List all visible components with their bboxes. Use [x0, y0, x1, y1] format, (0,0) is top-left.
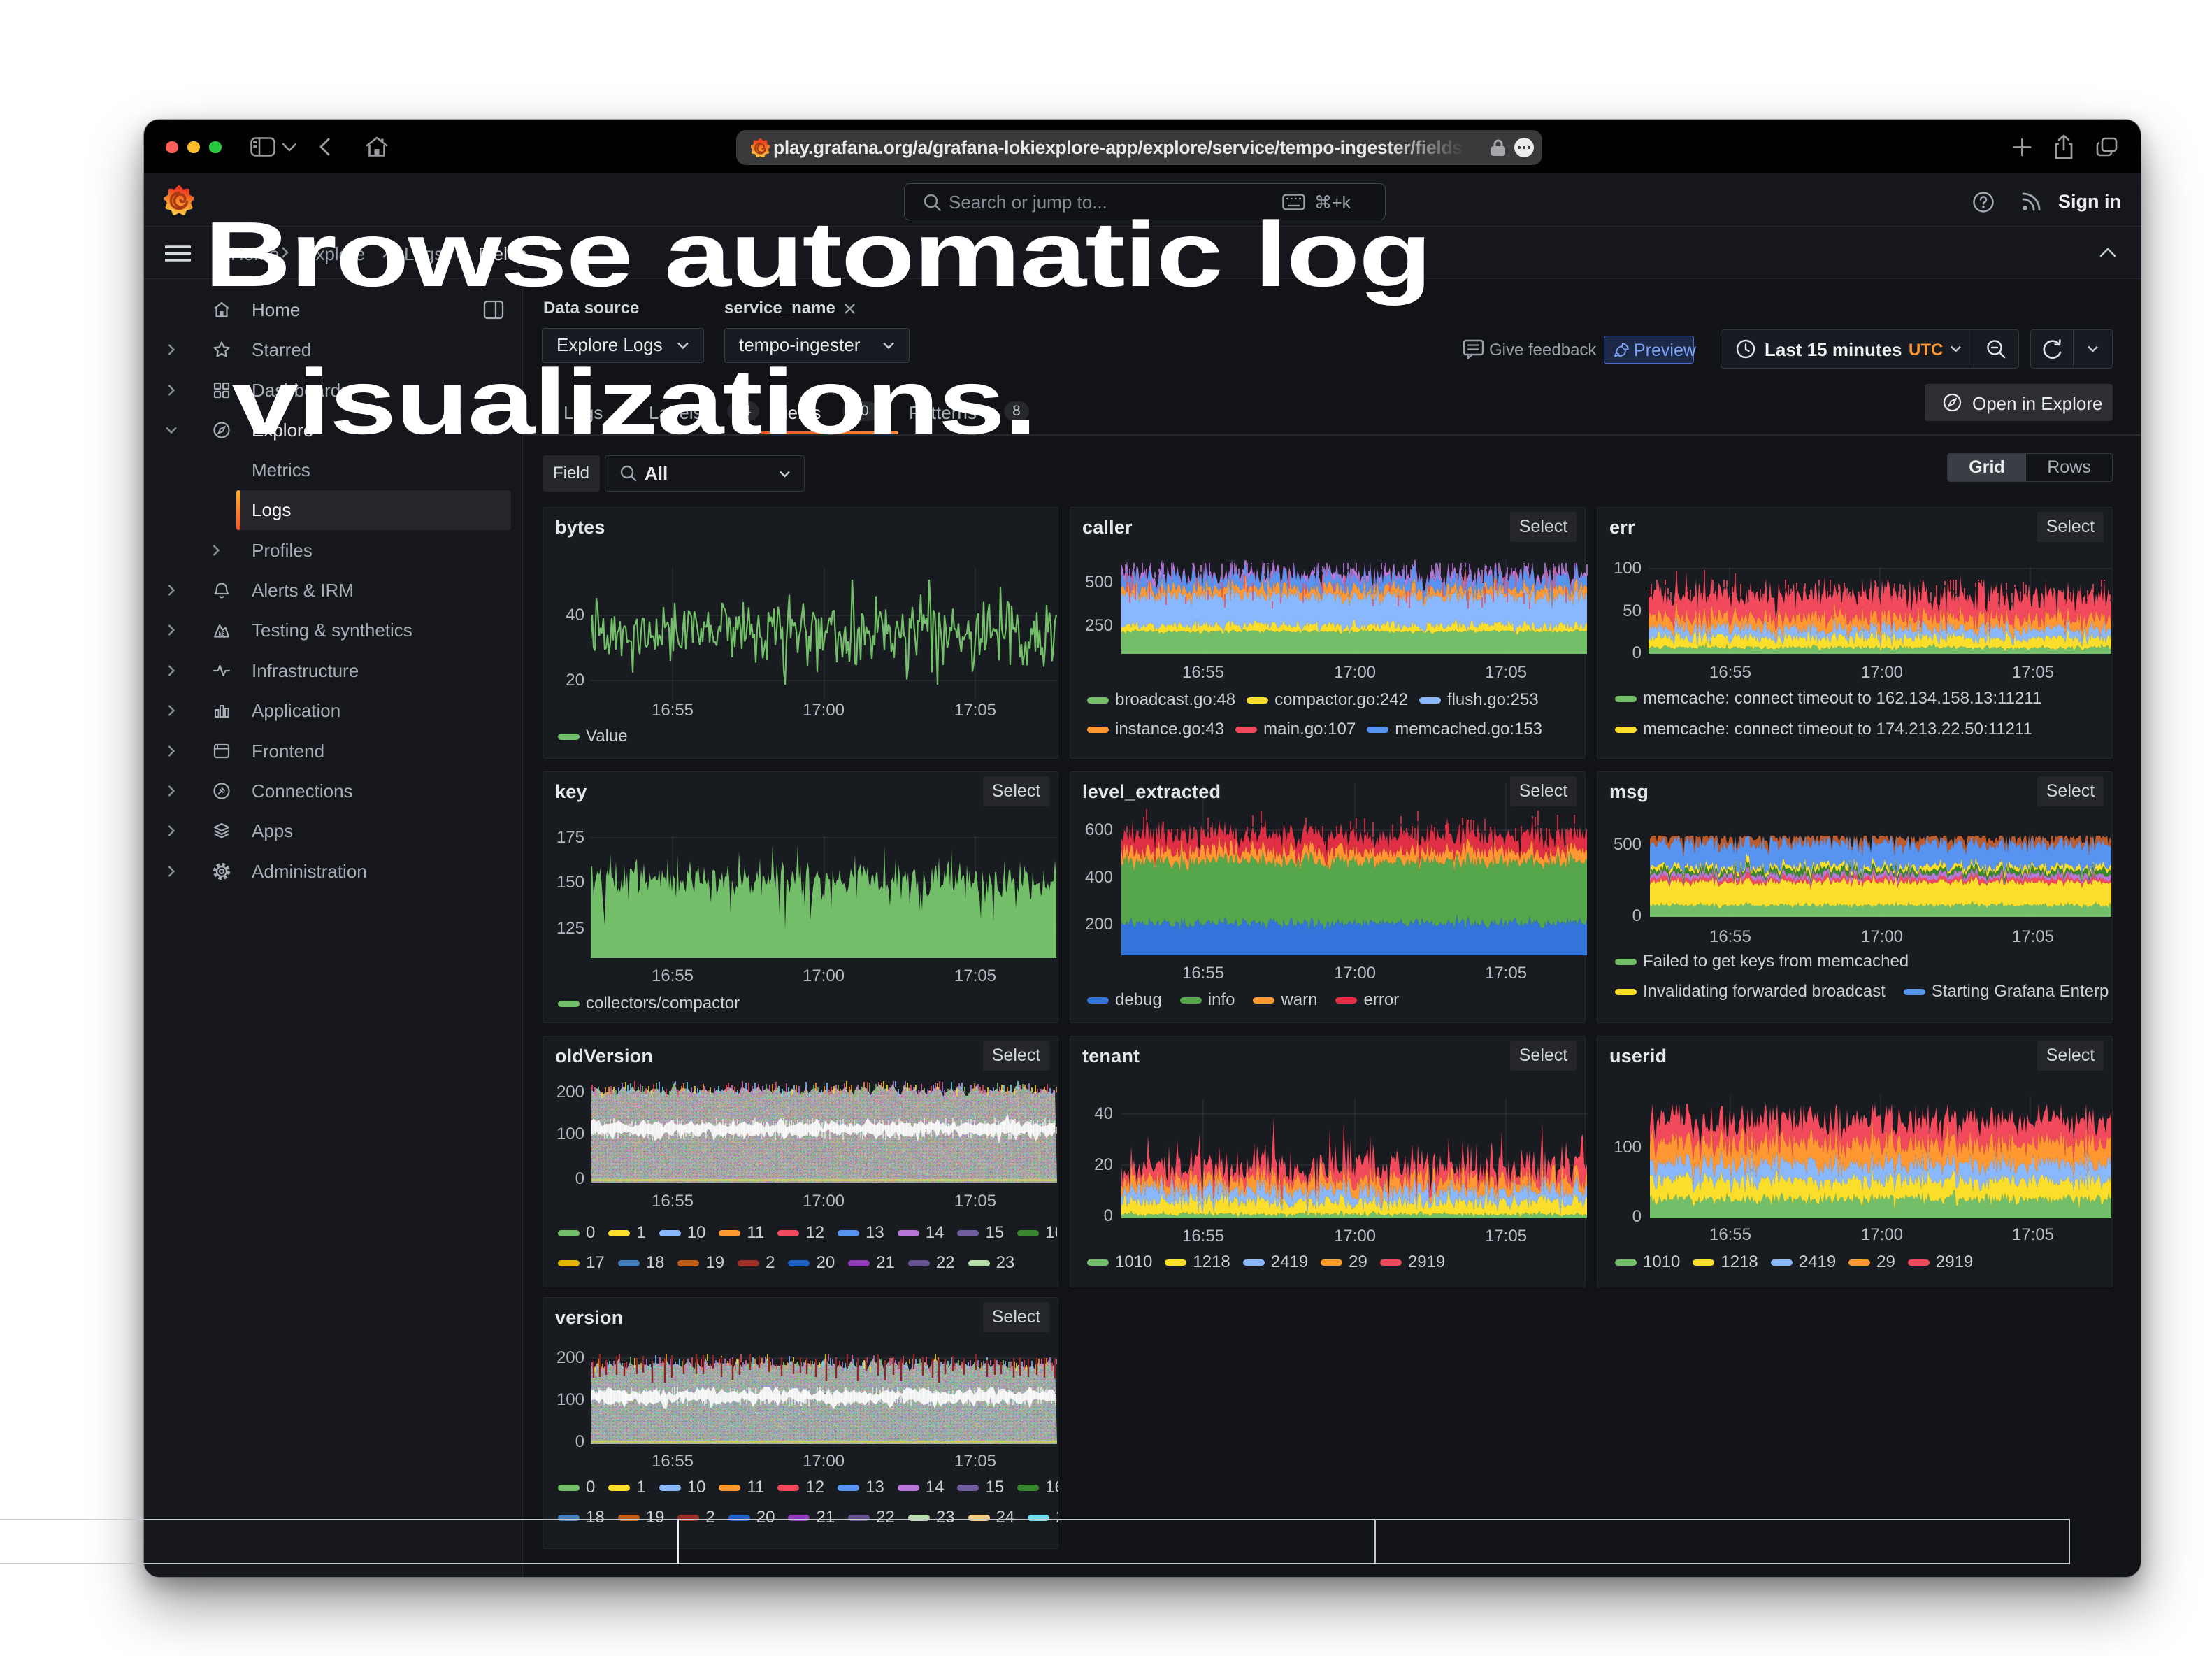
svg-text:k6: k6: [219, 631, 225, 637]
